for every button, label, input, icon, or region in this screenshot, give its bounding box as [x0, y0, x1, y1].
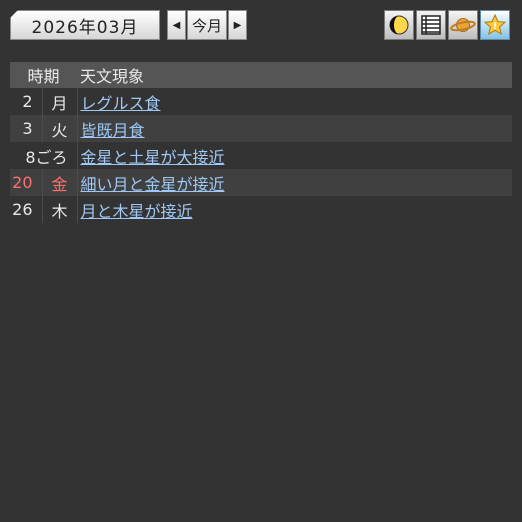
event-day: 2	[10, 88, 42, 115]
event-cell: 月と木星が接近	[76, 196, 512, 223]
event-day: 3	[10, 115, 42, 142]
star-button[interactable]: !	[480, 10, 510, 40]
event-link[interactable]: 月と木星が接近	[81, 202, 193, 221]
event-weekday: 木	[41, 196, 77, 223]
moon-phase-button[interactable]	[384, 10, 414, 40]
event-day: 26	[10, 196, 42, 223]
svg-text:!: !	[493, 22, 497, 32]
table-row: 3 火 皆既月食	[10, 115, 512, 142]
event-cell: 金星と土星が大接近	[76, 142, 512, 169]
planet-button[interactable]	[448, 10, 478, 40]
event-link[interactable]: 金星と土星が大接近	[81, 148, 225, 167]
table-row: 26 木 月と木星が接近	[10, 196, 512, 223]
next-month-button[interactable]: ▶	[228, 10, 247, 40]
column-header-event: 天文現象	[77, 62, 512, 88]
table-row: 8ごろ 金星と土星が大接近	[10, 142, 512, 169]
event-weekday: 火	[41, 115, 77, 142]
event-day: 8ごろ	[10, 142, 77, 169]
star-icon: !	[483, 13, 507, 36]
chevron-left-icon: ◀	[172, 19, 181, 31]
moon-phase-icon	[389, 15, 409, 35]
event-link[interactable]: 皆既月食	[81, 121, 145, 140]
list-view-button[interactable]	[416, 10, 446, 40]
current-month-button[interactable]: 今月	[187, 10, 227, 40]
planet-icon	[450, 18, 476, 32]
table-row: 2 月 レグルス食	[10, 88, 512, 115]
prev-month-button[interactable]: ◀	[167, 10, 186, 40]
event-weekday: 月	[41, 88, 77, 115]
astronomy-calendar: 2026年03月 ◀ 今月 ▶ ! 時期 天文現象 2 月 レグルス食 3 火 …	[0, 0, 522, 522]
list-icon	[421, 15, 441, 35]
table-row: 20 金 細い月と金星が接近	[10, 169, 512, 196]
table-header-row: 時期 天文現象	[10, 62, 512, 88]
calendar-header: 2026年03月 ◀ 今月 ▶ !	[10, 10, 512, 42]
column-header-time: 時期	[10, 62, 77, 88]
event-link[interactable]: レグルス食	[81, 94, 161, 113]
event-day: 20	[10, 169, 42, 196]
month-title: 2026年03月	[10, 10, 160, 40]
event-weekday: 金	[41, 169, 77, 196]
event-link[interactable]: 細い月と金星が接近	[81, 175, 225, 194]
chevron-right-icon: ▶	[233, 19, 242, 31]
event-cell: 細い月と金星が接近	[76, 169, 512, 196]
event-cell: レグルス食	[76, 88, 512, 115]
event-cell: 皆既月食	[76, 115, 512, 142]
events-table: 時期 天文現象 2 月 レグルス食 3 火 皆既月食 8ごろ 金星と土星が大接近…	[10, 62, 512, 223]
